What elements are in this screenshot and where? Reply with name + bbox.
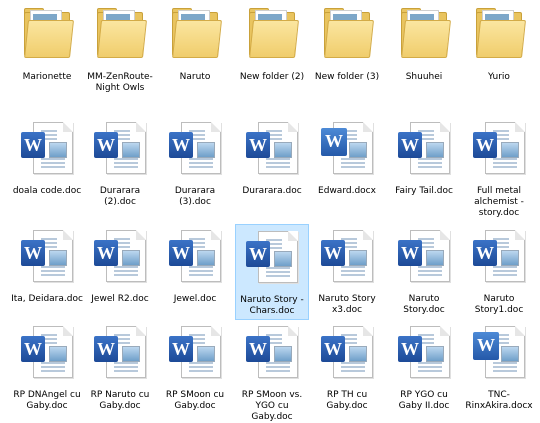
word-document-icon: W (471, 120, 527, 176)
folder-name: New folder (3) (314, 72, 380, 82)
word-document-icon: W (471, 228, 527, 284)
folder-item[interactable]: Marionette (10, 2, 84, 98)
folder-name: Marionette (22, 72, 72, 82)
file-name: Naruto Story.doc (403, 294, 445, 315)
word-document-icon: W (92, 324, 148, 380)
word-document-icon: W (244, 324, 300, 380)
file-item[interactable]: W RP TH cu Gaby.doc (310, 320, 384, 411)
folder-item[interactable]: New folder (2) (235, 2, 309, 98)
folder-item[interactable]: Naruto (158, 2, 232, 98)
word-document-icon: W (244, 120, 300, 176)
file-item[interactable]: W Naruto Story x3.doc (310, 224, 384, 320)
folder-item[interactable]: MM-ZenRoute-Night Owls (83, 2, 157, 98)
file-name: RP YGO cu Gaby II.doc (398, 390, 450, 411)
file-name: Ita, Deidara.doc (11, 294, 83, 304)
word-document-icon: W (19, 228, 75, 284)
file-item[interactable]: Wdoala code.doc (10, 116, 84, 224)
file-name: Durarara.doc (242, 186, 302, 196)
word-document-icon: W (319, 120, 375, 176)
file-name: Naruto Story1.doc (474, 294, 524, 315)
file-item[interactable]: W Full metal alchemist - story.doc (462, 116, 536, 224)
file-item[interactable]: W Fairy Tail.doc (387, 116, 461, 224)
word-document-icon: W (19, 324, 75, 380)
folder-name: MM-ZenRoute-Night Owls (87, 72, 153, 93)
file-name: Fairy Tail.doc (395, 186, 453, 196)
file-item[interactable]: W Jewel R2.doc (83, 224, 157, 320)
file-item[interactable]: W RP Naruto cu Gaby.doc (83, 320, 157, 411)
file-name: RP TH cu Gaby.doc (326, 390, 368, 411)
file-item[interactable]: W RP DNAngel cu Gaby.doc (10, 320, 84, 411)
file-item[interactable]: W Durarara (2).doc (83, 116, 157, 224)
file-item[interactable]: W Ita, Deidara.doc (10, 224, 84, 320)
file-grid: Marionette MM-ZenRoute-Night Owls Naruto Ne… (0, 0, 540, 422)
folder-icon (474, 6, 526, 58)
folder-item[interactable]: Yurio (462, 2, 536, 98)
file-name: Jewel R2.doc (91, 294, 149, 304)
folder-icon (170, 6, 222, 58)
word-document-icon: W (319, 324, 375, 380)
file-item[interactable]: W RP SMoon vs. YGO cu Gaby.doc (235, 320, 309, 422)
file-name: Durarara (3).doc (174, 186, 216, 207)
word-document-icon: W (92, 228, 148, 284)
file-item[interactable]: W Edward.docx (310, 116, 384, 224)
file-name: TNC-RinxAkira.docx (465, 390, 533, 411)
word-document-icon: W (471, 324, 527, 380)
file-item[interactable]: W Naruto Story - Chars.doc (235, 224, 309, 320)
folder-icon (399, 6, 451, 58)
file-item[interactable]: W RP SMoon cu Gaby.doc (158, 320, 232, 411)
word-document-icon: W (396, 324, 452, 380)
file-name: Full metal alchemist - story.doc (474, 186, 524, 218)
file-name: Edward.docx (318, 186, 376, 196)
word-document-icon: W (167, 120, 223, 176)
folder-icon (22, 6, 74, 58)
file-item[interactable]: W RP YGO cu Gaby II.doc (387, 320, 461, 411)
file-item[interactable]: W Naruto Story.doc (387, 224, 461, 320)
file-name: RP SMoon cu Gaby.doc (165, 390, 225, 411)
word-document-icon: W (396, 120, 452, 176)
folder-name: Shuuhei (405, 72, 443, 82)
file-name: Naruto Story x3.doc (318, 294, 376, 315)
word-document-icon: W (92, 120, 148, 176)
word-document-icon: W (167, 324, 223, 380)
file-name: RP Naruto cu Gaby.doc (90, 390, 150, 411)
file-name: RP DNAngel cu Gaby.doc (13, 390, 81, 411)
word-document-icon: W (396, 228, 452, 284)
word-document-icon: W (167, 228, 223, 284)
file-item[interactable]: W Durarara.doc (235, 116, 309, 224)
file-name: doala code.doc (12, 186, 82, 196)
word-document-icon: W (244, 229, 300, 285)
folder-name: Naruto (179, 72, 211, 82)
file-name: Naruto Story - Chars.doc (240, 295, 304, 316)
file-name: RP SMoon vs. YGO cu Gaby.doc (241, 390, 303, 422)
folder-name: New folder (2) (239, 72, 305, 82)
file-name: Jewel.doc (173, 294, 217, 304)
folder-item[interactable]: Shuuhei (387, 2, 461, 98)
file-item[interactable]: W Durarara (3).doc (158, 116, 232, 224)
word-document-icon: W (19, 120, 75, 176)
folder-item[interactable]: New folder (3) (310, 2, 384, 98)
file-item[interactable]: W Jewel.doc (158, 224, 232, 320)
folder-icon (247, 6, 299, 58)
folder-icon (95, 6, 147, 58)
folder-name: Yurio (488, 72, 510, 82)
file-item[interactable]: W Naruto Story1.doc (462, 224, 536, 320)
file-name: Durarara (2).doc (99, 186, 141, 207)
word-document-icon: W (319, 228, 375, 284)
folder-icon (322, 6, 374, 58)
file-item[interactable]: W TNC-RinxAkira.docx (462, 320, 536, 411)
